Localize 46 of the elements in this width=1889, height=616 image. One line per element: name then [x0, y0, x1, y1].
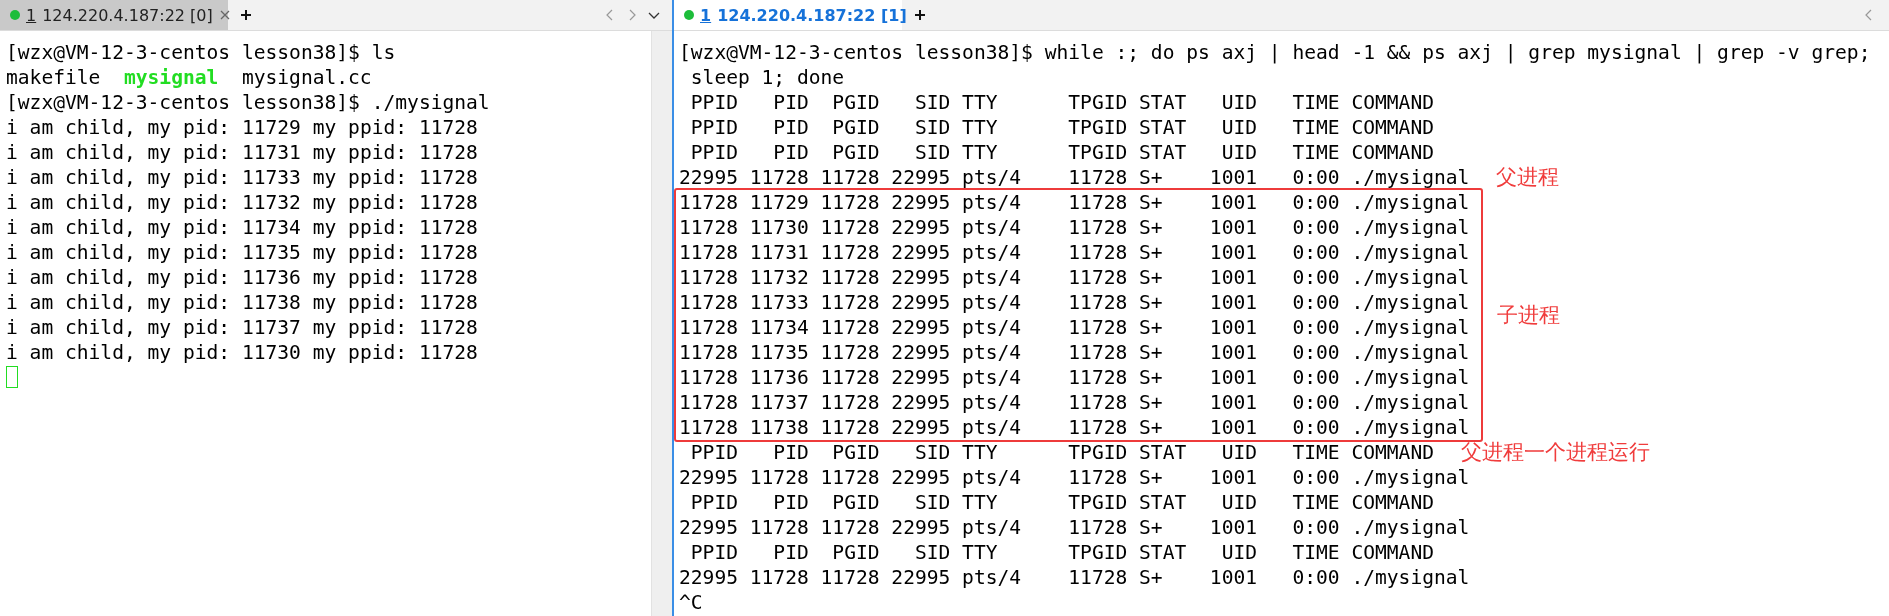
terminal-line: 11728 11736 11728 22995 pts/4 11728 S+ 1001 0:00 ./mysignal: [679, 365, 1470, 390]
terminal-line: PPID PID PGID SID TTY TPGID STAT UID TIME COMMAND: [689, 115, 1435, 140]
terminal-line: [wzx@VM-12-3-centos lesson38]$ ls: [6, 40, 397, 65]
terminal-line: 11728 11730 11728 22995 pts/4 11728 S+ 1001 0:00 ./mysignal: [679, 215, 1470, 240]
terminal-line: i am child, my pid: 11735 my ppid: 11728: [6, 240, 479, 265]
file-name: mysignal.cc: [241, 66, 372, 89]
terminal-line: i am child, my pid: 11732 my ppid: 11728: [6, 190, 479, 215]
terminal-line: i am child, my pid: 11737 my ppid: 11728: [6, 315, 479, 340]
terminal-line: i am child, my pid: 11729 my ppid: 11728: [6, 115, 479, 140]
terminal-line: PPID PID PGID SID TTY TPGID STAT UID TIME COMMAND: [689, 90, 1435, 115]
annotation-text: 父进程: [1496, 165, 1560, 190]
terminal-line: ^C: [679, 590, 704, 615]
file-name: makefile: [6, 66, 101, 89]
terminal-line: PPID PID PGID SID TTY TPGID STAT UID TIME COMMAND: [689, 440, 1434, 465]
terminal-line: i am child, my pid: 11731 my ppid: 11728: [6, 140, 479, 165]
terminal-line: PPID PID PGID SID TTY TPGID STAT UID TIME COMMAND: [689, 140, 1435, 165]
terminal-line: i am child, my pid: 11733 my ppid: 11728: [6, 165, 479, 190]
plus-icon[interactable]: [914, 9, 926, 21]
plus-icon[interactable]: [240, 9, 252, 21]
terminal-line: [wzx@VM-12-3-centos lesson38]$ while :; do ps axj | head -1 && ps axj | grep mysignal | grep -v grep;: [679, 40, 1872, 65]
terminal-line: i am child, my pid: 11730 my ppid: 11728: [6, 340, 479, 365]
annotation-text: 父进程一个进程运行: [1460, 440, 1650, 465]
terminal-line: i am child, my pid: 11738 my ppid: 11728: [6, 290, 479, 315]
terminal-line: PPID PID PGID SID TTY TPGID STAT UID TIME COMMAND: [689, 540, 1435, 565]
terminal-line: 11728 11738 11728 22995 pts/4 11728 S+ 1001 0:00 ./mysignal: [679, 415, 1470, 440]
terminal-line: 11728 11733 11728 22995 pts/4 11728 S+ 1001 0:00 ./mysignal: [679, 290, 1470, 315]
terminal-line: 22995 11728 11728 22995 pts/4 11728 S+ 1001 0:00 ./mysignal: [679, 165, 1470, 190]
terminal-line: i am child, my pid: 11734 my ppid: 11728: [6, 215, 479, 240]
terminal-line: 11728 11735 11728 22995 pts/4 11728 S+ 1001 0:00 ./mysignal: [679, 340, 1470, 365]
close-icon[interactable]: [218, 9, 231, 21]
terminal-line: 22995 11728 11728 22995 pts/4 11728 S+ 1001 0:00 ./mysignal: [679, 515, 1471, 540]
terminal-line: 22995 11728 11728 22995 pts/4 11728 S+ 1001 0:00 ./mysignal: [679, 565, 1471, 590]
terminal-line: 22995 11728 11728 22995 pts/4 11728 S+ 1001 0:00 ./mysignal: [679, 465, 1471, 490]
terminal-line: 11728 11734 11728 22995 pts/4 11728 S+ 1001 0:00 ./mysignal: [679, 315, 1470, 340]
terminal-line: PPID PID PGID SID TTY TPGID STAT UID TIME COMMAND: [689, 490, 1435, 515]
terminal-line: [wzx@VM-12-3-centos lesson38]$ ./mysignal: [6, 90, 491, 115]
terminal-line: 11728 11729 11728 22995 pts/4 11728 S+ 1001 0:00 ./mysignal: [679, 190, 1470, 215]
executable-name: mysignal: [123, 66, 219, 89]
annotation-text: 子进程: [1497, 302, 1561, 328]
tab[interactable]: 1 124.220.4.187:22 [0]: [0, 0, 228, 30]
scrollbar[interactable]: [651, 31, 672, 616]
terminal-line: 11728 11732 11728 22995 pts/4 11728 S+ 1001 0:00 ./mysignal: [679, 265, 1470, 290]
terminal-line: 11728 11737 11728 22995 pts/4 11728 S+ 1001 0:00 ./mysignal: [679, 390, 1470, 415]
terminal-line: i am child, my pid: 11736 my ppid: 11728: [6, 265, 479, 290]
terminal-line: sleep 1; done: [689, 65, 846, 90]
terminal-line: 11728 11731 11728 22995 pts/4 11728 S+ 1001 0:00 ./mysignal: [679, 240, 1470, 265]
